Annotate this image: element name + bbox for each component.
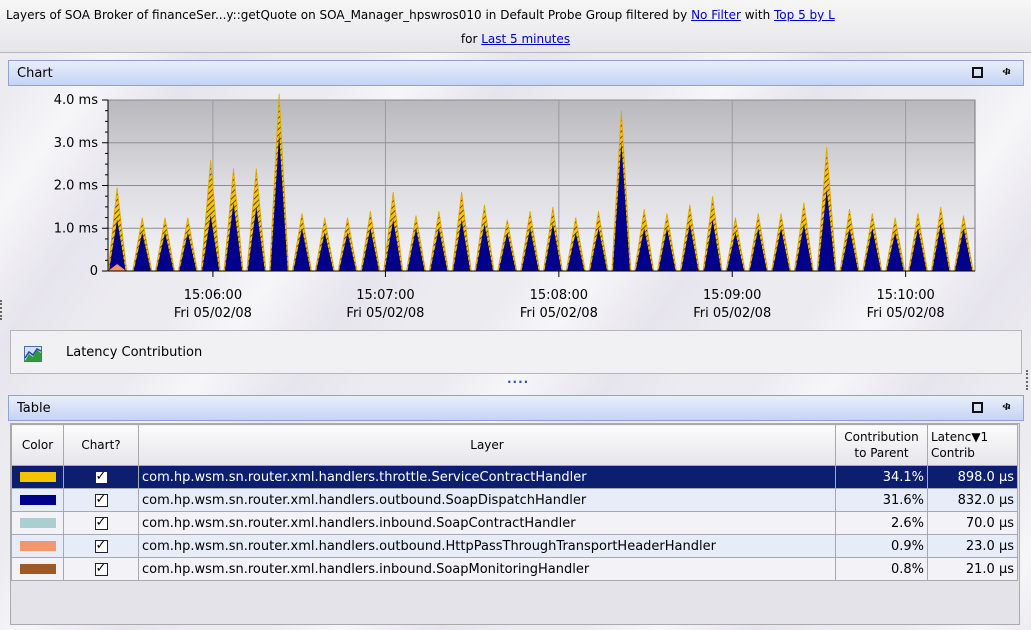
x-tick-time-label: 15:08:00 (530, 288, 588, 303)
color-cell (11, 465, 64, 489)
latency-header-line1: Latenc▼1 (931, 430, 989, 444)
contribution-header-line1: Contribution (844, 430, 919, 444)
column-header-layer[interactable]: Layer (138, 424, 836, 466)
title-prefix: Layers of SOA Broker of financeSer...y::… (6, 8, 692, 22)
latency-cell: 21.0 µs (927, 557, 1018, 581)
y-tick-label: 4.0 ms (54, 93, 98, 108)
layers-table-container: Color Chart? Layer Contribution to Paren… (10, 423, 1020, 625)
x-tick-date-label: Fri 05/02/08 (174, 306, 252, 321)
checkmark-icon: ✓ (95, 514, 107, 530)
y-tick-label: 0 (90, 264, 98, 279)
latency-cell: 898.0 µs (927, 465, 1018, 489)
color-swatch (19, 541, 56, 551)
table-row[interactable]: ✓ com.hp.wsm.sn.router.xml.handlers.inbou… (11, 557, 1018, 581)
table-empty-row (11, 580, 1018, 611)
layers-table: Color Chart? Layer Contribution to Paren… (11, 424, 1018, 611)
layer-cell: com.hp.wsm.sn.router.xml.handlers.inboun… (138, 557, 836, 581)
chart-cell: ✓ (63, 511, 139, 535)
color-swatch (19, 472, 56, 482)
latency-cell: 832.0 µs (927, 488, 1018, 512)
layer-cell: com.hp.wsm.sn.router.xml.handlers.thrott… (138, 465, 836, 489)
column-header-color[interactable]: Color (11, 424, 64, 466)
layer-cell: com.hp.wsm.sn.router.xml.handlers.outbou… (138, 488, 836, 512)
column-header-chart[interactable]: Chart? (63, 424, 139, 466)
y-tick-label: 2.0 ms (54, 179, 98, 194)
color-cell (11, 557, 64, 581)
chart-panel-header: Chart ቁ (8, 60, 1024, 86)
chart-checkbox[interactable]: ✓ (94, 514, 108, 530)
contribution-cell: 2.6% (835, 511, 928, 535)
filter-link[interactable]: No Filter (691, 8, 741, 22)
contribution-cell: 0.9% (835, 534, 928, 558)
panel-splitter[interactable]: .... (507, 373, 529, 385)
contribution-cell: 34.1% (835, 465, 928, 489)
table-row[interactable]: ✓ com.hp.wsm.sn.router.xml.handlers.outbo… (11, 534, 1018, 558)
left-resize-grip[interactable] (0, 300, 5, 320)
for-label: for (460, 32, 482, 46)
layer-cell: com.hp.wsm.sn.router.xml.handlers.inboun… (138, 511, 836, 535)
chart-cell: ✓ (63, 557, 139, 581)
pin-icon[interactable]: ቁ (1002, 399, 1011, 415)
table-panel-title: Table (17, 401, 51, 416)
y-tick-label: 3.0 ms (54, 136, 98, 151)
x-tick-time-label: 15:06:00 (184, 288, 242, 303)
contribution-cell: 0.8% (835, 557, 928, 581)
report-time-range: for Last 5 minutes (0, 30, 1031, 48)
table-row[interactable]: ✓ com.hp.wsm.sn.router.xml.handlers.inbou… (11, 511, 1018, 535)
color-swatch (19, 564, 56, 574)
contribution-header-line2: to Parent (854, 446, 909, 460)
report-title: Layers of SOA Broker of financeSer...y::… (6, 6, 835, 24)
empty-cell (11, 580, 1018, 611)
color-cell (11, 488, 64, 512)
maximize-icon[interactable] (972, 67, 983, 78)
latency-chart-svg: 0 1.0 ms 2.0 ms 3.0 ms 4.0 ms 15:06:00 Fri 05/… (54, 93, 976, 321)
checkmark-icon: ✓ (95, 468, 107, 484)
x-tick-time-label: 15:09:00 (703, 288, 761, 303)
table-header-row: Color Chart? Layer Contribution to Paren… (11, 424, 1018, 466)
column-header-contribution[interactable]: Contribution to Parent (835, 424, 928, 466)
column-header-latency[interactable]: Latenc▼1 Contrib (927, 424, 1018, 466)
x-tick-date-label: Fri 05/02/08 (346, 306, 424, 321)
chart-legend: Latency Contribution (10, 330, 1022, 374)
legend-label: Latency Contribution (66, 345, 203, 360)
chart-cell: ✓ (63, 465, 139, 489)
color-swatch (19, 518, 56, 528)
checkmark-icon: ✓ (95, 560, 107, 576)
report-title-bar: Layers of SOA Broker of financeSer...y::… (0, 0, 1031, 53)
color-cell (11, 534, 64, 558)
title-middle: with (740, 8, 775, 22)
table-row[interactable]: ✓ com.hp.wsm.sn.router.xml.handlers.outbo… (11, 488, 1018, 512)
checkmark-icon: ✓ (95, 491, 107, 507)
chart-checkbox[interactable]: ✓ (94, 491, 108, 507)
x-tick-time-label: 15:10:00 (876, 288, 934, 303)
top-n-link[interactable]: Top 5 by L (774, 8, 835, 22)
maximize-icon[interactable] (972, 402, 983, 413)
latency-cell: 70.0 µs (927, 511, 1018, 535)
chart-cell: ✓ (63, 534, 139, 558)
latency-chart: 0 1.0 ms 2.0 ms 3.0 ms 4.0 ms 15:06:00 Fri 05/… (8, 88, 1024, 328)
table-panel-header: Table ቁ (8, 395, 1024, 421)
x-tick-time-label: 15:07:00 (356, 288, 414, 303)
latency-cell: 23.0 µs (927, 534, 1018, 558)
checkmark-icon: ✓ (95, 537, 107, 553)
x-tick-date-label: Fri 05/02/08 (693, 306, 771, 321)
color-swatch (19, 495, 56, 505)
y-tick-label: 1.0 ms (54, 221, 98, 236)
pin-icon[interactable]: ቁ (1002, 64, 1011, 80)
time-range-link[interactable]: Last 5 minutes (481, 32, 570, 46)
chart-checkbox[interactable]: ✓ (94, 537, 108, 553)
layer-cell: com.hp.wsm.sn.router.xml.handlers.outbou… (138, 534, 836, 558)
chart-cell: ✓ (63, 488, 139, 512)
latency-header-line2: Contrib (931, 446, 975, 460)
table-row[interactable]: ✓ com.hp.wsm.sn.router.xml.handlers.throt… (11, 465, 1018, 489)
color-cell (11, 511, 64, 535)
chart-checkbox[interactable]: ✓ (94, 468, 108, 484)
chart-legend-icon (24, 346, 42, 362)
x-tick-date-label: Fri 05/02/08 (520, 306, 598, 321)
chart-panel-title: Chart (17, 66, 53, 81)
contribution-cell: 31.6% (835, 488, 928, 512)
x-tick-date-label: Fri 05/02/08 (867, 306, 945, 321)
right-resize-grip[interactable] (1026, 370, 1031, 390)
chart-checkbox[interactable]: ✓ (94, 560, 108, 576)
